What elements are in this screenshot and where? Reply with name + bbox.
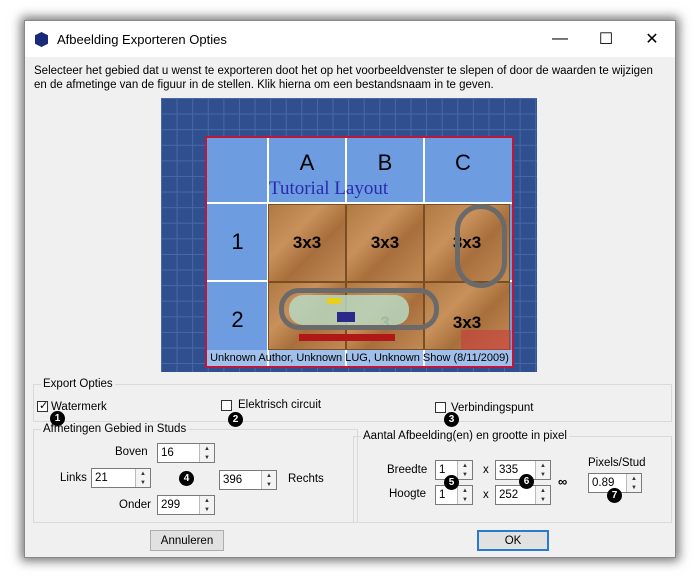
top-label: Boven	[115, 446, 148, 458]
check-icon: ✓	[39, 400, 49, 412]
up-arrow-icon[interactable]: ▲	[199, 444, 214, 453]
window-title: Afbeelding Exporteren Opties	[57, 32, 227, 47]
export-dialog: Afbeelding Exporteren Opties — ☐ ✕ Selec…	[24, 20, 676, 558]
down-arrow-icon[interactable]: ▼	[199, 505, 214, 514]
right-spinner[interactable]: ▲ ▼	[219, 470, 277, 490]
up-arrow-icon[interactable]: ▲	[626, 474, 641, 483]
title-bar: Afbeelding Exporteren Opties — ☐ ✕	[25, 21, 675, 57]
down-arrow-icon[interactable]: ▼	[135, 478, 150, 487]
height-px-input[interactable]	[496, 486, 538, 504]
watermark-checkbox[interactable]: ✓	[37, 400, 49, 412]
times-sign: x	[483, 464, 489, 476]
bottom-input[interactable]	[158, 496, 202, 514]
app-icon	[35, 32, 48, 47]
right-input[interactable]	[220, 471, 264, 489]
electric-circuit-checkbox[interactable]	[221, 400, 232, 411]
track-loop	[455, 204, 507, 288]
tile-b1: 3x3	[346, 204, 424, 282]
minimize-button[interactable]: —	[537, 21, 583, 57]
train-car	[327, 298, 341, 304]
up-arrow-icon[interactable]: ▲	[199, 496, 214, 505]
bottom-spinner[interactable]: ▲ ▼	[157, 495, 215, 515]
red-highlight	[461, 330, 511, 350]
left-spinner[interactable]: ▲ ▼	[91, 468, 151, 488]
top-spinner[interactable]: ▲ ▼	[157, 443, 215, 463]
link-icon[interactable]: ∞	[558, 474, 567, 489]
left-input[interactable]	[92, 469, 138, 487]
preview-area[interactable]: A B C 1 2 3x3 3x3 3x3 3 3x3 Tu	[161, 98, 537, 372]
up-arrow-icon[interactable]: ▲	[535, 461, 550, 470]
left-label: Links	[60, 472, 87, 484]
tile-a1: 3x3	[268, 204, 346, 282]
pixels-per-stud-label: Pixels/Stud	[588, 457, 646, 469]
column-header-c: C	[455, 150, 471, 175]
connection-point-label[interactable]: Verbindingspunt	[451, 402, 533, 414]
selection-frame[interactable]: A B C 1 2 3x3 3x3 3x3 3 3x3 Tu	[205, 136, 514, 368]
layout-title: Tutorial Layout	[269, 178, 389, 199]
column-header-b: B	[377, 150, 393, 175]
cancel-button[interactable]: Annuleren	[150, 530, 224, 551]
up-arrow-icon[interactable]: ▲	[457, 461, 472, 470]
width-label: Breedte	[387, 464, 428, 476]
connection-point-checkbox[interactable]	[435, 402, 446, 413]
locomotive	[337, 312, 355, 322]
row-header-2: 2	[231, 307, 244, 332]
area-legend: Afmetingen Gebied in Studs	[43, 423, 187, 435]
pixel-size-legend: Aantal Afbeelding(en) en grootte in pixe…	[363, 430, 567, 442]
electric-circuit-label[interactable]: Elektrisch circuit	[238, 399, 321, 411]
down-arrow-icon[interactable]: ▼	[626, 483, 641, 492]
close-button[interactable]: ✕	[629, 21, 675, 57]
export-options-group: Export Opties	[33, 378, 672, 422]
badge-5: 5	[444, 475, 459, 490]
maximize-button[interactable]: ☐	[583, 21, 629, 57]
top-input[interactable]	[158, 444, 202, 462]
down-arrow-icon[interactable]: ▼	[535, 470, 550, 479]
badge-6: 6	[519, 474, 534, 489]
badge-7: 7	[607, 488, 622, 503]
instructions-text: Selecteer het gebied dat u wenst te expo…	[34, 65, 653, 91]
height-label: Hoogte	[389, 488, 427, 500]
bottom-label: Onder	[119, 499, 151, 511]
watermark-caption: Unknown Author, Unknown LUG, Unknown Sho…	[207, 350, 512, 366]
down-arrow-icon[interactable]: ▼	[199, 453, 214, 462]
badge-3: 3	[444, 412, 459, 427]
ok-button[interactable]: OK	[477, 530, 549, 551]
badge-4: 4	[179, 471, 194, 486]
up-arrow-icon[interactable]: ▲	[261, 471, 276, 480]
up-arrow-icon[interactable]: ▲	[135, 469, 150, 478]
down-arrow-icon[interactable]: ▼	[535, 495, 550, 504]
column-header-a: A	[299, 150, 315, 175]
export-options-legend: Export Opties	[43, 378, 113, 390]
up-arrow-icon[interactable]: ▲	[457, 486, 472, 495]
row-header-1: 1	[231, 229, 244, 254]
right-label: Rechts	[288, 473, 324, 485]
red-train	[299, 334, 395, 341]
down-arrow-icon[interactable]: ▼	[457, 470, 472, 479]
times-sign: x	[483, 489, 489, 501]
up-arrow-icon[interactable]: ▲	[535, 486, 550, 495]
down-arrow-icon[interactable]: ▼	[261, 480, 276, 489]
down-arrow-icon[interactable]: ▼	[457, 495, 472, 504]
